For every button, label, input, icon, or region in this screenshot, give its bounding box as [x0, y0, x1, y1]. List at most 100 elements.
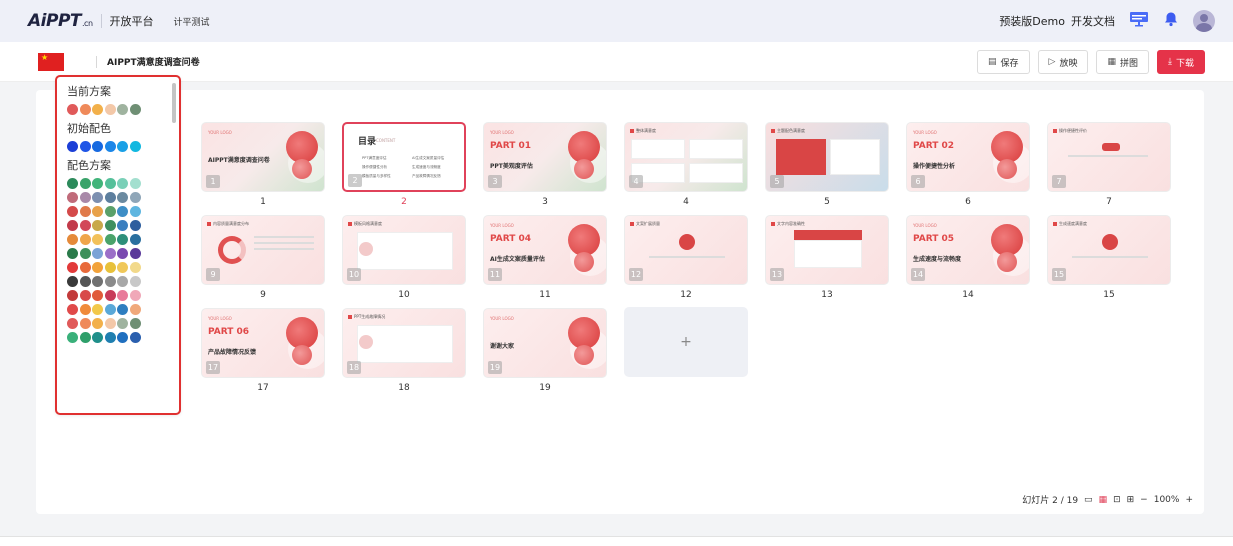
slide-thumbnail[interactable]: PPT生成故障情况 18 — [342, 308, 466, 378]
flag-icon[interactable]: ★ — [38, 52, 64, 71]
bell-icon[interactable] — [1163, 11, 1179, 31]
content-card — [689, 163, 743, 183]
fit-icon[interactable]: ⊡ — [1113, 495, 1121, 505]
color-swatch — [129, 304, 141, 315]
nav-platform[interactable]: 开放平台 — [110, 13, 154, 29]
color-swatch — [92, 262, 104, 273]
color-scheme-row[interactable] — [67, 290, 177, 303]
color-scheme-row[interactable] — [67, 234, 177, 247]
slide-thumbnail[interactable]: YOUR LOGO PART 01 PPT美观度评估 3 — [483, 122, 607, 192]
color-swatch — [92, 178, 104, 189]
aippt-logo[interactable]: AiPPT.cn — [28, 11, 93, 31]
slide-thumbnail[interactable]: 生成速度满意度 15 — [1047, 215, 1171, 285]
zoom-out-button[interactable]: − — [1140, 495, 1148, 505]
nav-project[interactable]: 计平测试 — [174, 15, 210, 28]
slide-number-badge: 18 — [347, 361, 361, 374]
slide-thumbnail[interactable]: YOUR LOGO AIPPT满意度调查问卷 1 — [201, 122, 325, 192]
grid-view-icon[interactable]: ▦ — [1099, 495, 1108, 505]
slide-number-badge: 5 — [770, 175, 784, 188]
content-icon — [1102, 234, 1118, 250]
slide-thumbnail[interactable]: 文字内容准确性 13 — [765, 215, 889, 285]
zoom-in-button[interactable]: + — [1185, 495, 1193, 505]
slide-subtitle: AI生成文案质量评估 — [490, 256, 545, 263]
demo-link[interactable]: 预装版Demo — [999, 13, 1065, 29]
color-scheme-row[interactable] — [67, 248, 177, 261]
color-swatch — [117, 290, 129, 301]
text-line — [649, 256, 725, 258]
slide-thumbnail[interactable]: YOUR LOGO PART 06 产品故障情况反馈 17 — [201, 308, 325, 378]
slide-subtitle: PPT美观度评估 — [490, 163, 533, 170]
status-bar: 幻灯片 2 / 19 ▭ ▦ ⊡ ⊞ − 100% + — [1016, 493, 1193, 507]
slide-number-badge: 7 — [1052, 175, 1066, 188]
logo-suffix: .cn — [82, 19, 93, 28]
color-swatch — [104, 304, 116, 315]
color-scheme-row[interactable] — [67, 318, 177, 331]
toolbar-divider — [96, 55, 97, 68]
current-scheme-section: 当前方案 — [67, 85, 177, 117]
download-icon: ⤓ — [1168, 57, 1172, 67]
initial-scheme-section: 初始配色 — [67, 122, 177, 154]
color-scheme-row[interactable] — [67, 206, 177, 219]
color-scheme-row[interactable] — [67, 192, 177, 205]
slide-thumbnail[interactable]: 文案扩展质量 12 — [624, 215, 748, 285]
collage-button[interactable]: ▦ 拼图 — [1096, 50, 1149, 74]
slide-logo-text: YOUR LOGO — [490, 316, 514, 321]
slide-thumbnail[interactable]: 内容质量满意度分布 9 — [201, 215, 325, 285]
list-view-icon[interactable]: ▭ — [1084, 495, 1093, 505]
slide-thumbnail[interactable]: 模板风格满意度 10 — [342, 215, 466, 285]
slide-number-badge: 2 — [348, 174, 362, 187]
slide-number-label: 12 — [680, 290, 692, 300]
slide-thumbnail[interactable]: 整体满意度 4 — [624, 122, 748, 192]
color-swatch — [67, 141, 78, 152]
slide-thumbnail[interactable]: YOUR LOGO PART 04 AI生成文案质量评估 11 — [483, 215, 607, 285]
slide-thumbnail[interactable]: 主题配色满意度 5 — [765, 122, 889, 192]
color-scheme-row[interactable] — [67, 304, 177, 317]
slide-number-label: 3 — [542, 197, 548, 207]
slide-number-badge: 12 — [629, 268, 643, 281]
color-swatch — [129, 248, 141, 259]
fullscreen-icon[interactable]: ⊞ — [1127, 495, 1135, 505]
slide-logo-text: YOUR LOGO — [490, 223, 514, 228]
download-button[interactable]: ⤓ 下载 — [1157, 50, 1205, 74]
play-button[interactable]: ▷ 放映 — [1037, 50, 1089, 74]
monitor-icon[interactable] — [1129, 11, 1149, 31]
color-panel-content: 当前方案 初始配色 配色方案 — [67, 85, 177, 350]
current-scheme-row[interactable] — [67, 104, 177, 117]
color-scheme-row[interactable] — [67, 332, 177, 345]
toc-item: 模板质量与多样性 — [362, 174, 391, 178]
color-scheme-row[interactable] — [67, 276, 177, 289]
save-button[interactable]: ▤ 保存 — [977, 50, 1030, 74]
slide-thumbnail[interactable]: YOUR LOGO PART 02 操作便捷性分析 6 — [906, 122, 1030, 192]
add-slide-button[interactable]: + — [624, 307, 748, 377]
content-block — [776, 139, 826, 175]
color-swatch — [104, 290, 116, 301]
avatar[interactable] — [1193, 10, 1215, 32]
docs-link[interactable]: 开发文档 — [1071, 13, 1115, 29]
color-swatch — [79, 192, 91, 203]
color-swatch — [79, 234, 91, 245]
slide-thumbnail[interactable]: 操作便捷性评价 7 — [1047, 122, 1171, 192]
slide-number-label: 6 — [965, 197, 971, 207]
slide-thumbnail[interactable]: 目录 CONTENT PPT满意度评估 AI生成文案质量评估 操作便捷性分析 生成速度与流… — [342, 122, 466, 192]
slide-thumbnail[interactable]: YOUR LOGO 谢谢大家 19 — [483, 308, 607, 378]
play-label: 放映 — [1059, 58, 1078, 69]
color-swatch — [79, 262, 91, 273]
color-scheme-row[interactable] — [67, 178, 177, 191]
initial-scheme-row[interactable] — [67, 141, 177, 154]
document-title[interactable]: AIPPT满意度调查问卷 — [107, 55, 200, 68]
color-swatch — [92, 318, 104, 329]
slide-number-badge: 14 — [911, 268, 925, 281]
slide-subtitle: 操作便捷性分析 — [913, 163, 956, 170]
slide-header: 操作便捷性评价 — [1053, 128, 1087, 134]
app-root: { "nav": { "logo": "AiPPT", "logo_suffix… — [0, 0, 1233, 546]
color-swatch — [67, 178, 78, 189]
color-scheme-row[interactable] — [67, 262, 177, 275]
slide-subtitle: 产品故障情况反馈 — [208, 349, 257, 356]
scheme-list-title: 配色方案 — [67, 159, 111, 172]
initial-scheme-title: 初始配色 — [67, 122, 111, 135]
color-swatch — [67, 206, 78, 217]
color-swatch — [67, 104, 78, 115]
slide-number-label: 15 — [1103, 290, 1115, 300]
slide-thumbnail[interactable]: YOUR LOGO PART 05 生成速度与流畅度 14 — [906, 215, 1030, 285]
color-scheme-row[interactable] — [67, 220, 177, 233]
